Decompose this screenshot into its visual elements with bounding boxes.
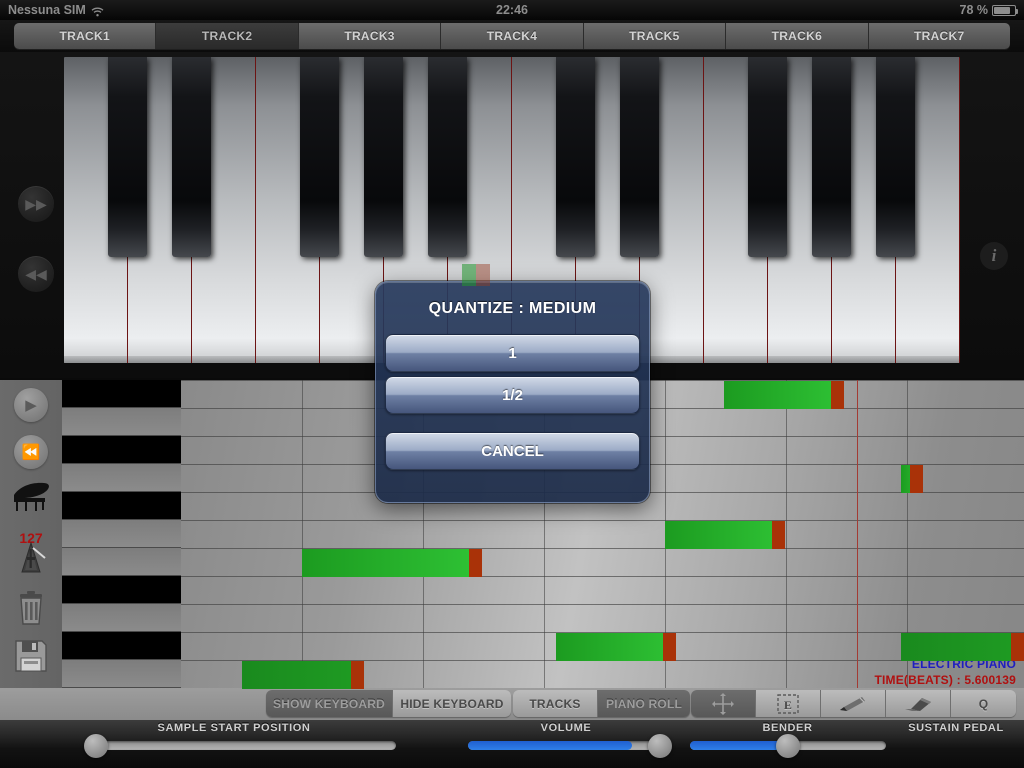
note-velocity-tail[interactable] [910, 465, 923, 493]
black-key-10[interactable] [875, 57, 916, 257]
note-velocity-tail[interactable] [469, 549, 482, 577]
note-velocity-tail[interactable] [831, 381, 844, 409]
quantize-half-button[interactable]: 1/2 [385, 376, 640, 414]
black-key-2[interactable] [171, 57, 212, 257]
black-key-5[interactable] [427, 57, 468, 257]
midi-note[interactable] [556, 633, 676, 661]
midi-note[interactable] [242, 661, 364, 689]
note-velocity-tail[interactable] [772, 521, 785, 549]
note-velocity-tail[interactable] [351, 661, 364, 689]
black-key-4[interactable] [363, 57, 404, 257]
quantize-1-button[interactable]: 1 [385, 334, 640, 372]
modal-scrim[interactable]: QUANTIZE : MEDIUM 1 1/2 CANCEL [0, 0, 1024, 768]
midi-note[interactable] [901, 633, 1024, 661]
black-key-3[interactable] [299, 57, 340, 257]
note-velocity-tail[interactable] [1011, 633, 1024, 661]
dialog-title: QUANTIZE : MEDIUM [428, 300, 597, 317]
midi-note[interactable] [302, 549, 482, 577]
black-key-1[interactable] [107, 57, 148, 257]
black-key-8[interactable] [747, 57, 788, 257]
quantize-dialog: QUANTIZE : MEDIUM 1 1/2 CANCEL [375, 264, 650, 503]
black-key-7[interactable] [619, 57, 660, 257]
midi-note[interactable] [901, 465, 923, 493]
note-bleed-through [462, 264, 490, 286]
note-velocity-tail[interactable] [663, 633, 676, 661]
black-key-9[interactable] [811, 57, 852, 257]
app-root: Nessuna SIM 22:46 78 % TRACK1 TRACK2 TRACK… [0, 0, 1024, 768]
midi-note[interactable] [724, 381, 844, 409]
midi-note[interactable] [665, 521, 785, 549]
black-key-6[interactable] [555, 57, 596, 257]
cancel-button[interactable]: CANCEL [385, 432, 640, 470]
